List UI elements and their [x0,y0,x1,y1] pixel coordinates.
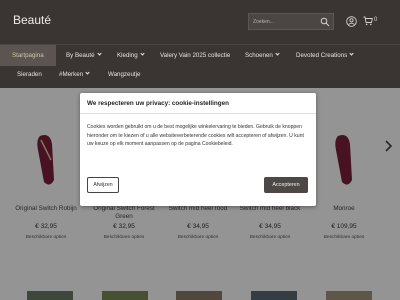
site-logo[interactable]: Beauté [13,13,51,27]
accept-cookies-button[interactable]: Accepteren [264,177,308,193]
site-header: Beauté 0 [0,0,400,44]
cookie-dialog-title: We respecteren uw privacy: cookie-instel… [87,100,229,107]
nav-item-devoted-creations[interactable]: Devoted Creations [296,51,354,60]
nav-item-valery-vain[interactable]: Valery Vain 2025 collectie [160,52,230,60]
cart-count: 0 [374,17,378,23]
search-icon[interactable] [320,17,330,27]
chevron-down-icon [349,51,354,56]
nav-item-wangzeutje[interactable]: Wangzeutje [108,71,140,79]
divider [80,113,316,114]
nav-item-startpagina[interactable]: Startpagina [12,52,44,60]
reject-cookies-button[interactable]: Afwijzen [87,177,119,193]
nav-item-sieraden[interactable]: Sieraden [17,71,42,79]
nav-item-by-beaute[interactable]: By Beauté [66,51,102,60]
chevron-down-icon [140,51,145,56]
cookie-dialog-text: Cookies worden gebruikt om u de best mog… [87,124,304,147]
search-input[interactable] [253,15,317,28]
chevron-down-icon [85,70,90,75]
nav-item-kleding[interactable]: Kleding [117,51,145,60]
nav-item-schoenen[interactable]: Schoenen [245,51,280,60]
cookie-consent-dialog: We respecteren uw privacy: cookie-instel… [80,93,316,206]
chevron-down-icon [96,51,102,56]
user-icon[interactable] [346,16,357,27]
nav-item-merken[interactable]: #Merken [59,70,90,79]
search-box [248,13,334,30]
cart-icon[interactable] [363,16,373,26]
main-nav: Startpagina By Beauté Kleding Valery Vai… [0,44,400,88]
chevron-down-icon [275,51,280,56]
